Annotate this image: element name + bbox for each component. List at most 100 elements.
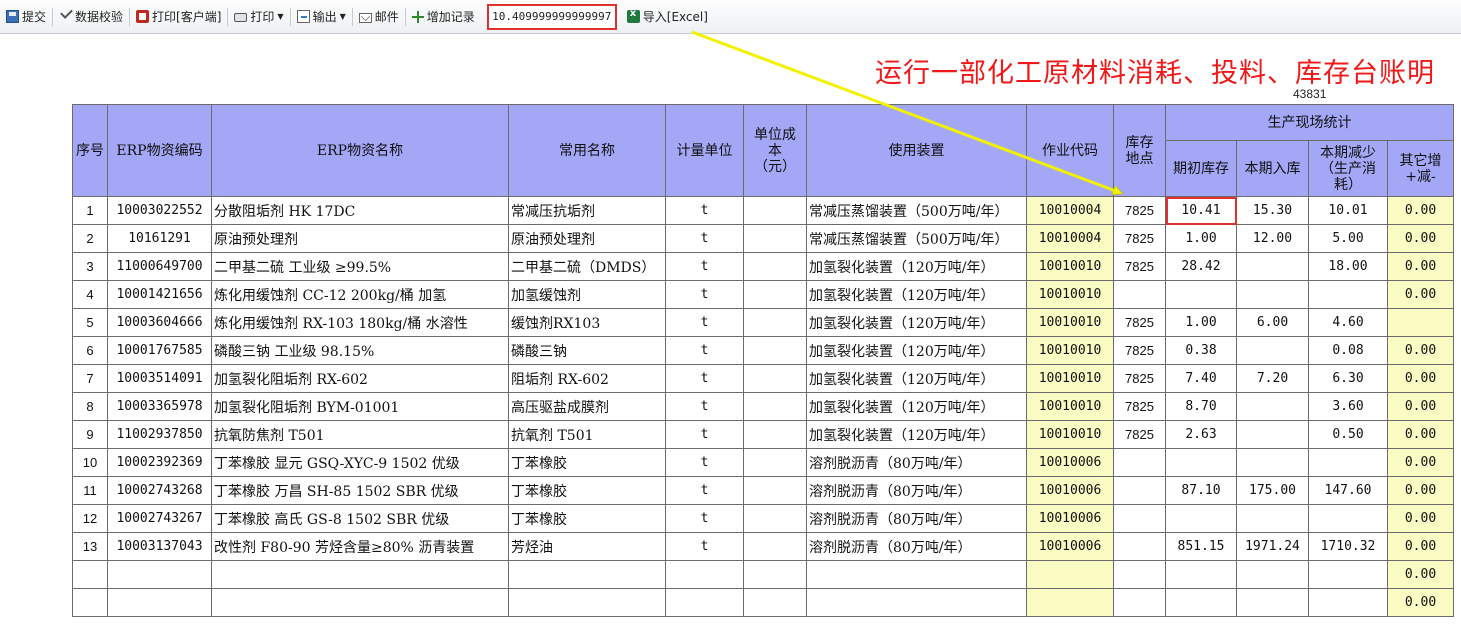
cell-device[interactable]: 加氢裂化装置（120万吨/年）	[806, 336, 1027, 365]
cell-seq[interactable]: 4	[72, 280, 108, 309]
print-button[interactable]: 打印 ▼	[230, 6, 287, 28]
cell-erp-code[interactable]: 11002937850	[107, 420, 212, 449]
cell-inflow[interactable]: 15.30	[1236, 196, 1309, 225]
cell-erp-name[interactable]: 丁苯橡胶 显元 GSQ-XYC-9 1502 优级	[211, 448, 509, 477]
validate-button[interactable]: 数据校验	[55, 6, 127, 28]
cell-erp-name[interactable]: 抗氧防焦剂 T501	[211, 420, 509, 449]
cell-device[interactable]	[806, 560, 1027, 589]
cell-location[interactable]	[1113, 448, 1166, 477]
cell-other[interactable]: 0.00	[1387, 252, 1454, 281]
cell-device[interactable]: 加氢裂化装置（120万吨/年）	[806, 420, 1027, 449]
cell-erp-name[interactable]: 分散阻垢剂 HK 17DC	[211, 196, 509, 225]
cell-common-name[interactable]: 丁苯橡胶	[508, 476, 666, 505]
cell-unit-cost[interactable]	[743, 196, 807, 225]
cell-location[interactable]: 7825	[1113, 420, 1166, 449]
cell-seq[interactable]: 7	[72, 364, 108, 393]
cell-location[interactable]: 7825	[1113, 224, 1166, 253]
cell-erp-name[interactable]: 原油预处理剂	[211, 224, 509, 253]
cell-unit-cost[interactable]	[743, 588, 807, 617]
cell-opening-stock[interactable]	[1165, 448, 1237, 477]
cell-common-name[interactable]: 二甲基二硫（DMDS）	[508, 252, 666, 281]
cell-other[interactable]: 0.00	[1387, 476, 1454, 505]
cell-location[interactable]	[1113, 560, 1166, 589]
cell-unit-cost[interactable]	[743, 560, 807, 589]
cell-seq[interactable]: 13	[72, 532, 108, 561]
cell-opening-stock[interactable]: 2.63	[1165, 420, 1237, 449]
cell-common-name[interactable]: 阻垢剂 RX-602	[508, 364, 666, 393]
cell-unit-cost[interactable]	[743, 224, 807, 253]
cell-unit[interactable]: t	[665, 224, 744, 253]
cell-other[interactable]: 0.00	[1387, 532, 1454, 561]
cell-erp-name[interactable]: 磷酸三钠 工业级 98.15%	[211, 336, 509, 365]
cell-common-name[interactable]: 芳烃油	[508, 532, 666, 561]
cell-unit-cost[interactable]	[743, 308, 807, 337]
cell-reduction[interactable]: 6.30	[1308, 364, 1388, 393]
cell-device[interactable]: 加氢裂化装置（120万吨/年）	[806, 252, 1027, 281]
cell-op-code[interactable]: 10010004	[1026, 224, 1114, 253]
cell-location[interactable]	[1113, 504, 1166, 533]
cell-reduction[interactable]: 10.01	[1308, 196, 1388, 225]
cell-seq[interactable]	[72, 588, 108, 617]
cell-unit-cost[interactable]	[743, 420, 807, 449]
cell-common-name[interactable]: 缓蚀剂RX103	[508, 308, 666, 337]
export-button[interactable]: 输出 ▼	[293, 6, 350, 28]
cell-opening-stock[interactable]	[1165, 504, 1237, 533]
cell-erp-code[interactable]: 10161291	[107, 224, 212, 253]
cell-device[interactable]: 溶剂脱沥青（80万吨/年）	[806, 532, 1027, 561]
cell-erp-name[interactable]: 丁苯橡胶 高氏 GS-8 1502 SBR 优级	[211, 504, 509, 533]
cell-inflow[interactable]	[1236, 392, 1309, 421]
cell-device[interactable]: 加氢裂化装置（120万吨/年）	[806, 308, 1027, 337]
cell-erp-code[interactable]: 10002392369	[107, 448, 212, 477]
cell-reduction[interactable]: 0.08	[1308, 336, 1388, 365]
cell-op-code[interactable]: 10010006	[1026, 504, 1114, 533]
cell-seq[interactable]: 10	[72, 448, 108, 477]
cell-reduction[interactable]: 147.60	[1308, 476, 1388, 505]
cell-inflow[interactable]	[1236, 336, 1309, 365]
cell-reduction[interactable]	[1308, 504, 1388, 533]
cell-unit[interactable]: t	[665, 476, 744, 505]
cell-erp-name[interactable]: 炼化用缓蚀剂 RX-103 180kg/桶 水溶性	[211, 308, 509, 337]
cell-opening-stock[interactable]	[1165, 280, 1237, 309]
cell-common-name[interactable]	[508, 560, 666, 589]
cell-common-name[interactable]: 常减压抗垢剂	[508, 196, 666, 225]
cell-erp-code[interactable]: 11000649700	[107, 252, 212, 281]
cell-unit[interactable]: t	[665, 336, 744, 365]
cell-device[interactable]: 加氢裂化装置（120万吨/年）	[806, 392, 1027, 421]
cell-location[interactable]	[1113, 532, 1166, 561]
cell-erp-code[interactable]: 10003514091	[107, 364, 212, 393]
cell-inflow[interactable]	[1236, 560, 1309, 589]
cell-location[interactable]: 7825	[1113, 308, 1166, 337]
cell-other[interactable]	[1387, 308, 1454, 337]
cell-reduction[interactable]	[1308, 588, 1388, 617]
cell-opening-stock[interactable]: 87.10	[1165, 476, 1237, 505]
cell-common-name[interactable]: 丁苯橡胶	[508, 504, 666, 533]
cell-op-code[interactable]: 10010010	[1026, 364, 1114, 393]
cell-inflow[interactable]: 6.00	[1236, 308, 1309, 337]
cell-erp-code[interactable]	[107, 588, 212, 617]
cell-opening-stock[interactable]: 7.40	[1165, 364, 1237, 393]
cell-op-code[interactable]: 10010010	[1026, 308, 1114, 337]
cell-opening-stock[interactable]: 10.41	[1165, 196, 1237, 225]
cell-seq[interactable]: 6	[72, 336, 108, 365]
cell-location[interactable]: 7825	[1113, 336, 1166, 365]
cell-common-name[interactable]	[508, 588, 666, 617]
cell-reduction[interactable]	[1308, 560, 1388, 589]
cell-device[interactable]: 溶剂脱沥青（80万吨/年）	[806, 476, 1027, 505]
cell-inflow[interactable]	[1236, 448, 1309, 477]
cell-opening-stock[interactable]	[1165, 560, 1237, 589]
cell-unit-cost[interactable]	[743, 392, 807, 421]
cell-common-name[interactable]: 高压驱盐成膜剂	[508, 392, 666, 421]
cell-unit[interactable]: t	[665, 420, 744, 449]
cell-unit[interactable]: t	[665, 532, 744, 561]
cell-seq[interactable]: 8	[72, 392, 108, 421]
cell-erp-code[interactable]: 10003604666	[107, 308, 212, 337]
cell-op-code[interactable]: 10010006	[1026, 448, 1114, 477]
cell-reduction[interactable]	[1308, 448, 1388, 477]
cell-device[interactable]: 常减压蒸馏装置（500万吨/年）	[806, 224, 1027, 253]
cell-other[interactable]: 0.00	[1387, 420, 1454, 449]
cell-opening-stock[interactable]: 8.70	[1165, 392, 1237, 421]
cell-erp-name[interactable]: 丁苯橡胶 万昌 SH-85 1502 SBR 优级	[211, 476, 509, 505]
cell-value-display[interactable]: 10.409999999999997	[486, 3, 617, 30]
cell-op-code[interactable]: 10010010	[1026, 420, 1114, 449]
cell-reduction[interactable]: 18.00	[1308, 252, 1388, 281]
